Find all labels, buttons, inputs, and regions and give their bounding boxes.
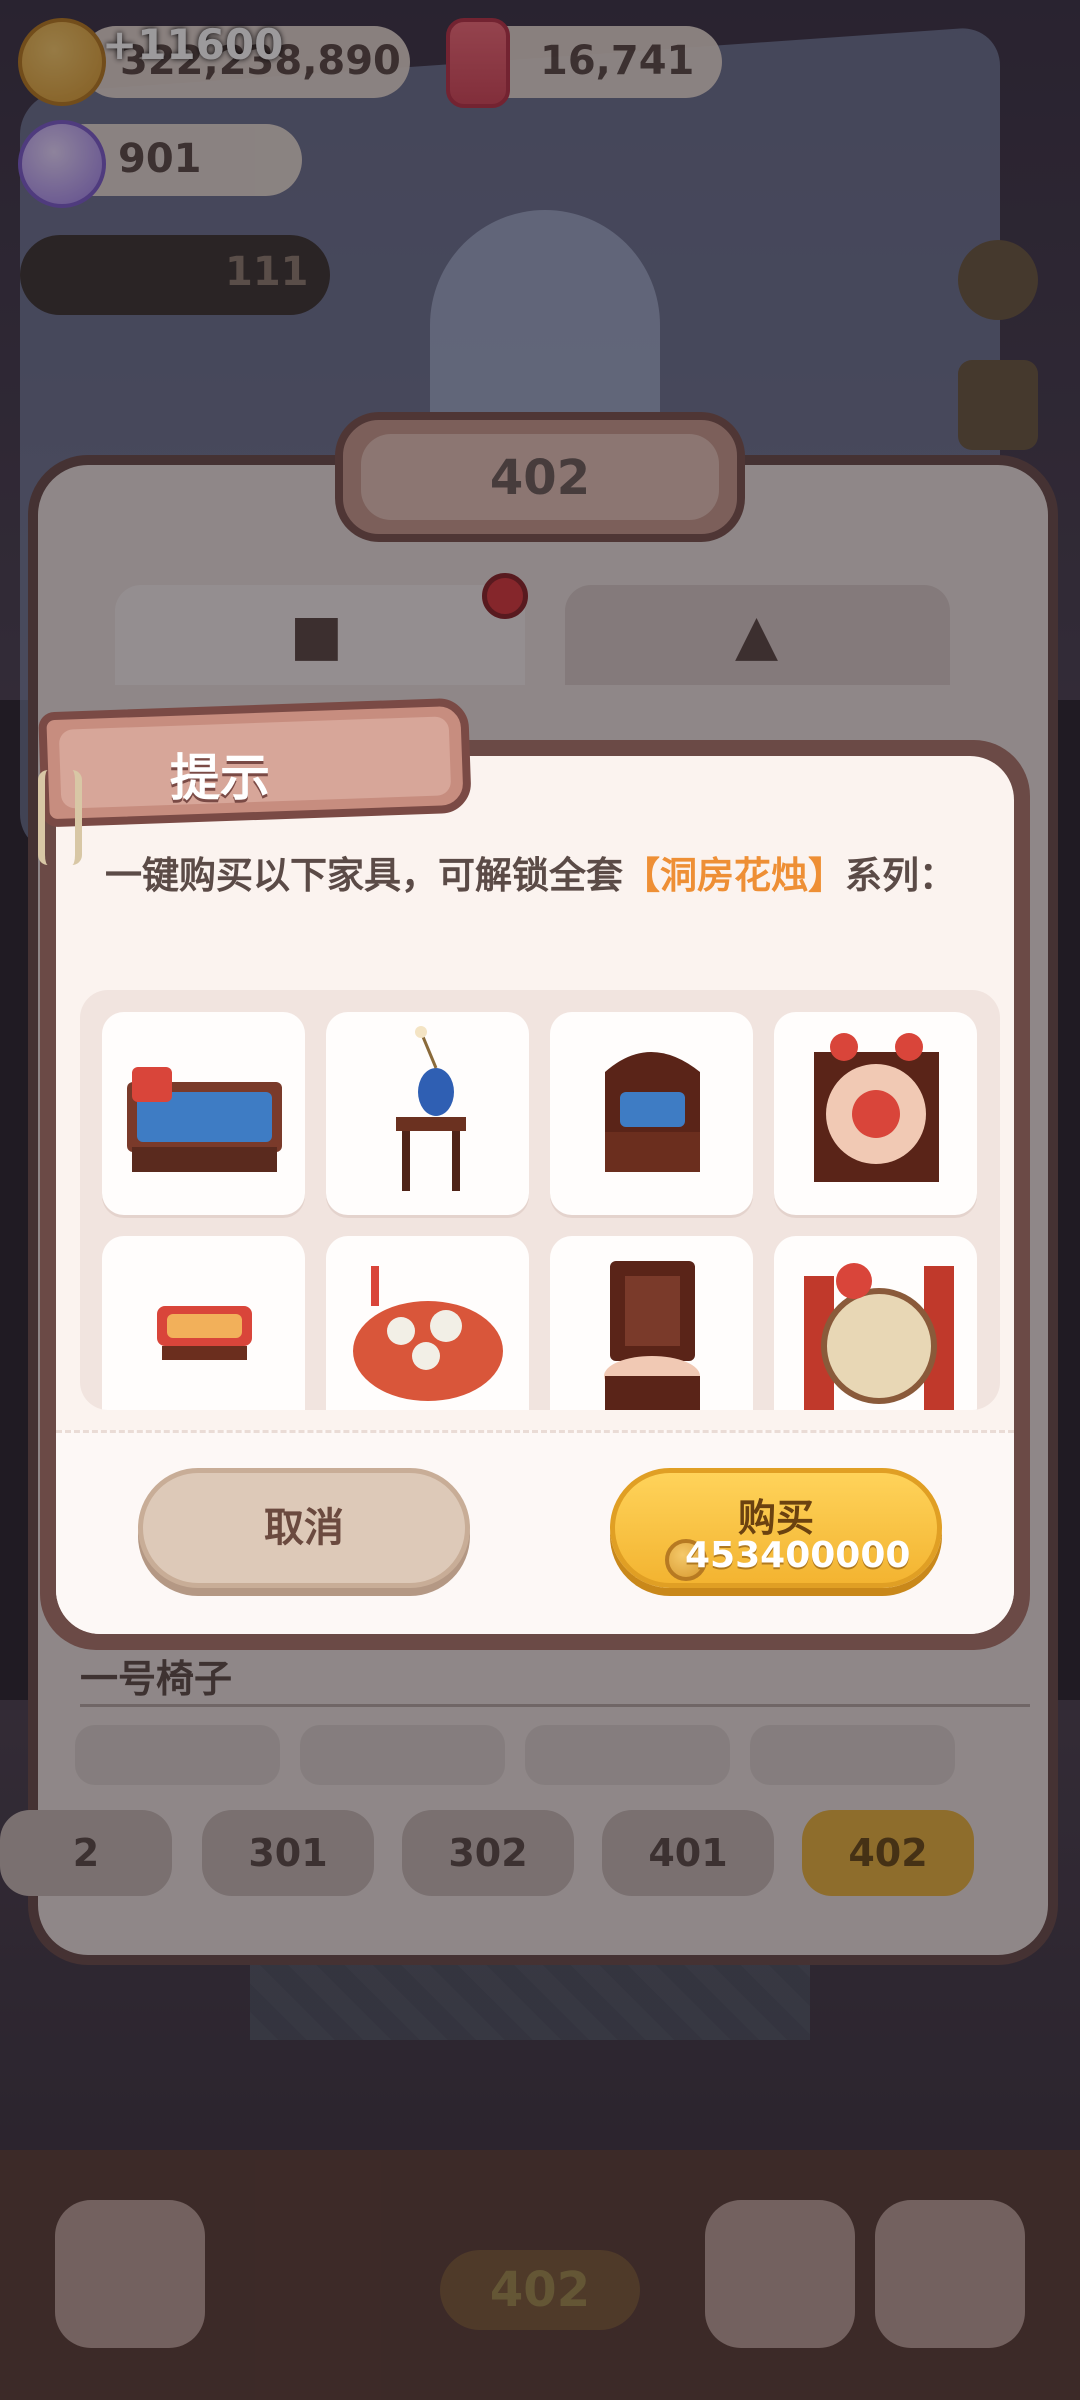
vase-table-icon [396, 1026, 466, 1191]
furniture-item [550, 1012, 753, 1215]
dialog-title: 提示 [170, 749, 270, 807]
carved-chair-icon [604, 1261, 700, 1410]
message-suffix: 系列： [845, 854, 956, 897]
buy-price: 453400000 [685, 1535, 911, 1576]
furniture-item [102, 1012, 305, 1215]
furniture-item [102, 1236, 305, 1410]
furniture-item [774, 1236, 977, 1410]
buy-button[interactable]: 购买 453400000 [610, 1468, 942, 1588]
buy-label: 购买 [737, 1496, 814, 1540]
footstool-icon [157, 1306, 252, 1360]
furniture-item [326, 1236, 529, 1410]
tag-string [38, 770, 82, 865]
furniture-item [550, 1236, 753, 1410]
screen-icon [814, 1033, 939, 1182]
dialog-message: 一键购买以下家具，可解锁全套【洞房花烛】系列： [105, 852, 985, 900]
furniture-item [326, 1012, 529, 1215]
banquet-table-icon [353, 1266, 503, 1401]
furniture-grid [80, 990, 1000, 1410]
drum-screen-icon [804, 1263, 954, 1410]
message-prefix: 一键购买以下家具，可解锁全套 [105, 854, 623, 897]
furniture-item [774, 1012, 977, 1215]
cancel-button[interactable]: 取消 [138, 1468, 470, 1588]
armchair-icon [605, 1052, 700, 1172]
bed-icon [127, 1067, 282, 1172]
message-highlight: 【洞房花烛】 [623, 854, 845, 897]
